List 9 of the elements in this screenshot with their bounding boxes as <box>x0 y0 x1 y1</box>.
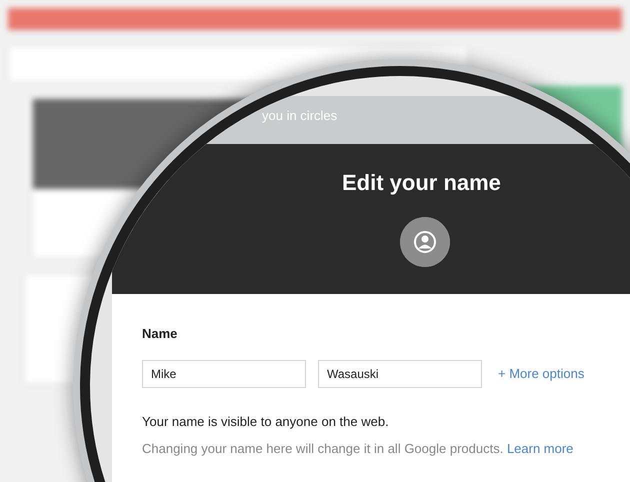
last-name-field[interactable]: Wasauski <box>318 360 482 388</box>
visibility-notice: Your name is visible to anyone on the web. <box>142 412 389 431</box>
dialog-title: Edit your name <box>342 169 501 197</box>
learn-more-link[interactable]: Learn more <box>506 441 574 456</box>
name-label: Name <box>142 325 178 343</box>
profile-icon <box>400 217 450 267</box>
more-options-link[interactable]: + More options <box>498 364 584 384</box>
change-note: Changing your name here will change it in all Google products. Learn more <box>142 440 574 458</box>
first-name-field[interactable]: Mike <box>142 360 306 388</box>
